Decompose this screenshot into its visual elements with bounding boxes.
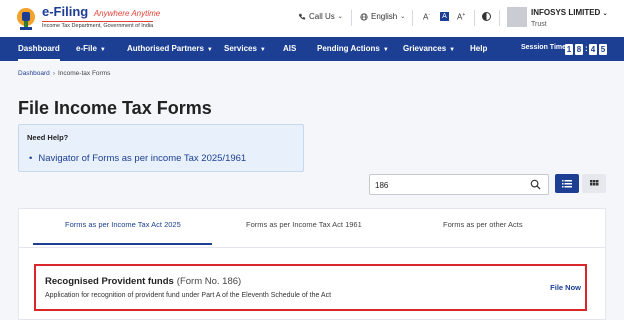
call-us-label: Call Us — [309, 12, 335, 21]
grid-view-button[interactable] — [582, 174, 606, 193]
file-now-link[interactable]: File Now — [550, 283, 581, 292]
nav-help[interactable]: Help — [470, 37, 487, 61]
list-view-button[interactable] — [555, 174, 579, 193]
chevron-right-icon: › — [52, 70, 55, 77]
divider — [18, 247, 606, 248]
brand-name: e-Filing — [42, 4, 89, 19]
nav-efile-label: e-File — [76, 44, 97, 53]
chevron-down-icon: ▼ — [382, 47, 389, 53]
divider — [351, 10, 352, 26]
tab-income-tax-act-1961[interactable]: Forms as per Income Tax Act 1961 — [246, 220, 362, 229]
search-box — [369, 174, 549, 195]
chevron-down-icon: ⌄ — [602, 11, 608, 17]
national-emblem-icon — [17, 8, 35, 30]
font-decrease-button[interactable]: A- — [423, 12, 430, 22]
nav-authorised-partners-label: Authorised Partners — [127, 44, 204, 53]
chevron-down-icon: ⌄ — [337, 14, 343, 20]
session-colon: : — [585, 44, 588, 53]
divider — [474, 10, 475, 26]
brand-subtitle: Income Tax Department, Government of Ind… — [42, 21, 154, 29]
page-title: File Income Tax Forms — [18, 98, 212, 118]
nav-authorised-partners[interactable]: Authorised Partners ▼ — [127, 37, 213, 61]
main-navigation: Dashboard e-File ▼ Authorised Partners ▼ S… — [0, 37, 624, 61]
user-role: Trust — [531, 21, 547, 28]
nav-ais-label: AIS — [283, 44, 297, 53]
nav-grievances-label: Grievances — [403, 44, 447, 53]
tab-other-acts[interactable]: Forms as per other Acts — [443, 220, 523, 229]
form-description: Application for recognition of provident… — [45, 292, 332, 299]
chevron-down-icon: ▼ — [449, 47, 456, 53]
nav-pending-actions[interactable]: Pending Actions ▼ — [317, 37, 389, 61]
contrast-icon[interactable] — [482, 12, 491, 21]
session-digit: 1 — [565, 44, 573, 55]
brand-title[interactable]: e-Filing Anywhere Anytime — [42, 4, 160, 19]
grid-icon — [590, 180, 599, 186]
nav-efile[interactable]: e-File ▼ — [76, 37, 106, 61]
chevron-down-icon: ▼ — [99, 47, 106, 53]
search-input[interactable] — [375, 178, 525, 192]
active-tab-indicator — [33, 243, 212, 245]
session-digit: 5 — [599, 44, 607, 55]
font-increase-button[interactable]: A+ — [457, 12, 465, 22]
forms-navigator-link[interactable]: • Navigator of Forms as per income Tax 20… — [29, 153, 246, 164]
nav-pending-actions-label: Pending Actions — [317, 44, 380, 53]
nav-grievances[interactable]: Grievances ▼ — [403, 37, 455, 61]
breadcrumb-home[interactable]: Dashboard — [18, 70, 50, 77]
nav-dashboard[interactable]: Dashboard — [18, 37, 60, 61]
list-icon — [562, 180, 572, 188]
breadcrumb-current: Income-tax Forms — [57, 70, 111, 77]
user-name-label: INFOSYS LIMITED — [531, 8, 601, 17]
globe-icon — [360, 12, 368, 21]
language-selector[interactable]: English ⌄ — [360, 12, 405, 21]
tab-income-tax-act-2025[interactable]: Forms as per Income Tax Act 2025 — [65, 220, 181, 229]
nav-dashboard-label: Dashboard — [18, 44, 60, 53]
session-time-label: Session Time — [521, 44, 567, 51]
chevron-down-icon: ⌄ — [400, 14, 406, 20]
phone-icon — [298, 13, 306, 20]
divider — [499, 10, 500, 26]
bullet-icon: • — [29, 153, 33, 164]
brand-tagline: Anywhere Anytime — [93, 9, 161, 18]
nav-services-label: Services — [224, 44, 257, 53]
form-title-label: Recognised Provident funds — [45, 276, 174, 287]
avatar[interactable] — [507, 7, 527, 27]
chevron-down-icon: ▼ — [259, 47, 266, 53]
divider — [412, 10, 413, 26]
top-header: e-Filing Anywhere Anytime Income Tax Dep… — [0, 0, 624, 37]
nav-ais[interactable]: AIS — [283, 37, 296, 61]
form-title: Recognised Provident funds (Form No. 186) — [45, 276, 241, 287]
session-digit: 4 — [589, 44, 597, 55]
need-help-title: Need Help? — [27, 133, 69, 142]
user-name[interactable]: INFOSYS LIMITED ⌄ — [531, 8, 608, 17]
forms-navigator-link-label: Navigator of Forms as per income Tax 202… — [38, 153, 247, 164]
session-digit: 8 — [575, 44, 583, 55]
breadcrumb: Dashboard › Income-tax Forms — [18, 70, 110, 77]
language-label: English — [371, 12, 398, 21]
search-icon[interactable] — [530, 179, 541, 190]
nav-services[interactable]: Services ▼ — [224, 37, 266, 61]
call-us-menu[interactable]: Call Us ⌄ — [298, 12, 343, 21]
form-number: (Form No. 186) — [176, 276, 242, 287]
form-result-card: Recognised Provident funds (Form No. 186)… — [34, 264, 587, 311]
chevron-down-icon: ▼ — [206, 47, 213, 53]
need-help-box: Need Help? • Navigator of Forms as per in… — [18, 124, 304, 172]
font-normal-button[interactable]: A — [440, 12, 449, 21]
nav-help-label: Help — [470, 44, 488, 53]
